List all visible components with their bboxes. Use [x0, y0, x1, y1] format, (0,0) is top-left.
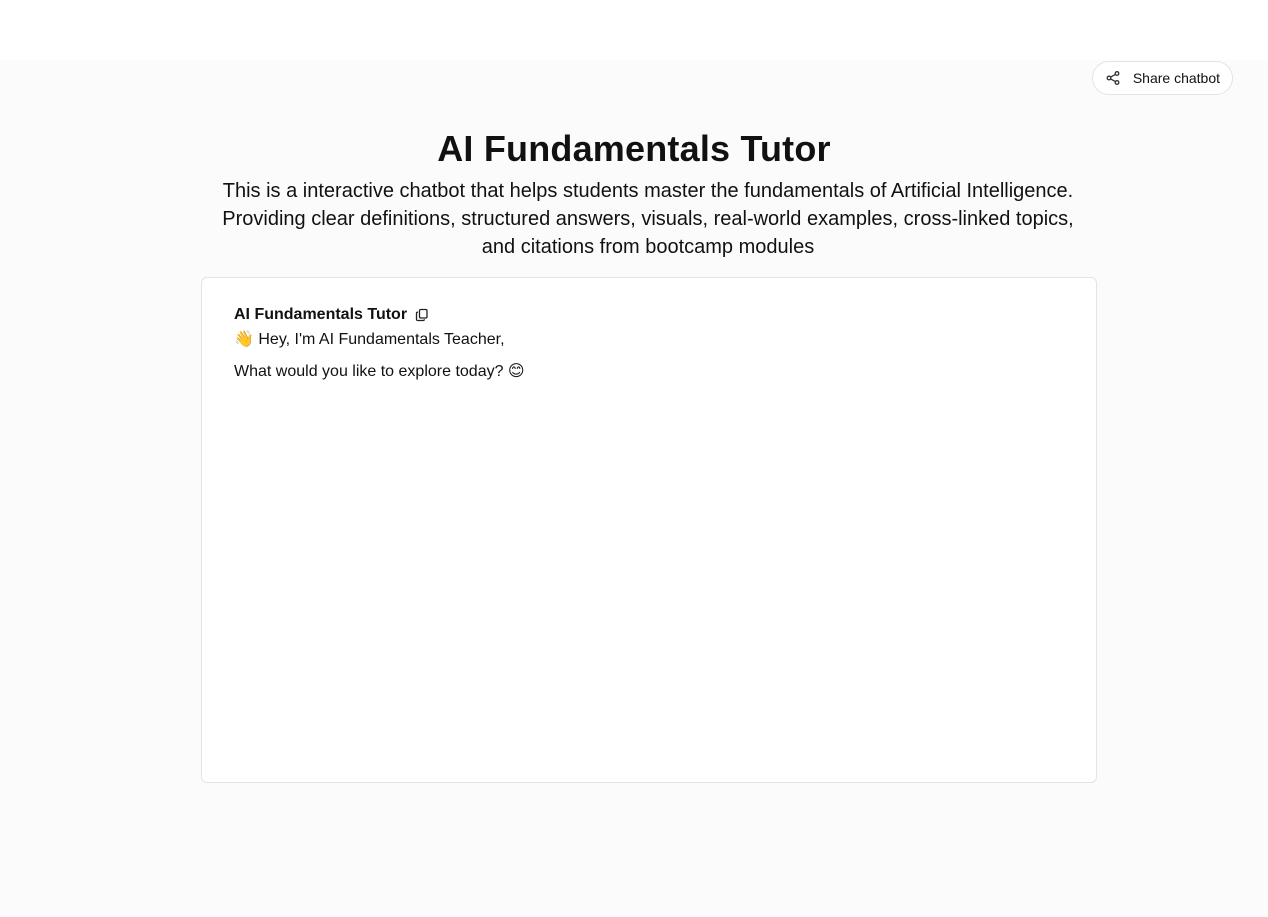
bot-message: AI Fundamentals Tutor 👋 Hey, I'm AI Fund…: [234, 304, 1064, 383]
message-sender: AI Fundamentals Tutor: [234, 306, 408, 323]
message-line-greeting: 👋 Hey, I'm AI Fundamentals Teacher,: [234, 331, 505, 348]
message-line-question: What would you like to explore today? 😊: [234, 363, 525, 380]
message-header: AI Fundamentals Tutor: [234, 304, 1064, 326]
copy-icon[interactable]: [415, 308, 429, 322]
share-chatbot-button[interactable]: Share chatbot: [1091, 61, 1233, 95]
share-chatbot-label: Share chatbot: [1132, 70, 1220, 86]
share-icon: [1105, 70, 1121, 86]
page-description: This is a interactive chatbot that helps…: [222, 180, 1074, 258]
top-bar: [0, 0, 1268, 60]
page: Share chatbot AI Fundamentals Tutor This…: [0, 60, 1268, 917]
chat-panel: AI Fundamentals Tutor 👋 Hey, I'm AI Fund…: [201, 277, 1097, 783]
page-title: AI Fundamentals Tutor: [437, 128, 831, 169]
